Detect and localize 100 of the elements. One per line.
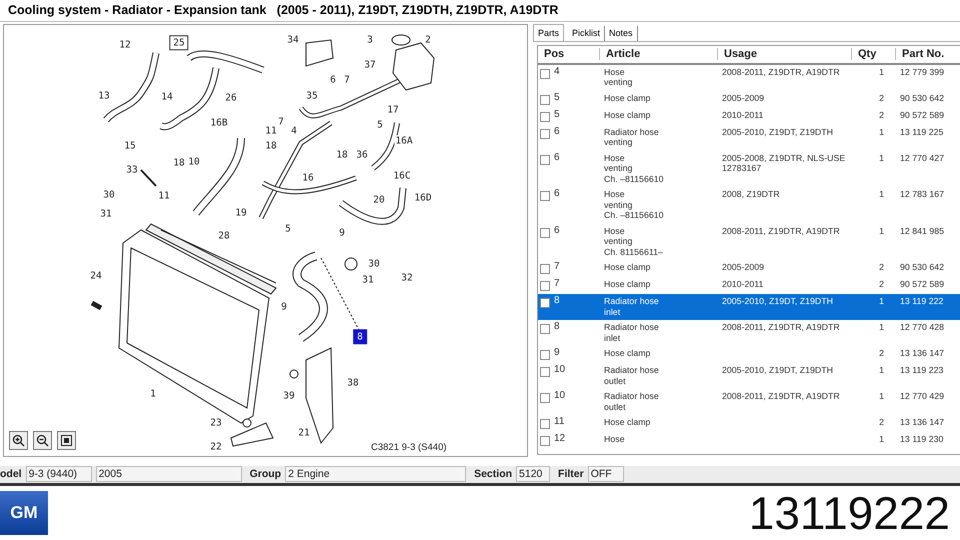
usage-cell-text: 2005-2009 (721, 262, 766, 274)
callout-label[interactable]: 30 (102, 188, 116, 200)
callout-label[interactable]: 1 (149, 388, 157, 400)
callout-label[interactable]: 10 (187, 156, 201, 168)
row-checkbox[interactable] (540, 112, 550, 122)
qty-cell-text: 2 (878, 279, 885, 292)
row-checkbox[interactable] (540, 350, 550, 360)
table-row[interactable]: 6 Hose venting Ch. –81156610 2005-2008, Z19DTR, NLS-USE 12783167 1 12 770 427 (538, 150, 960, 188)
table-row[interactable]: 5 Hose clamp 2005-2009 2 90 530 642 (538, 90, 960, 108)
table-row[interactable]: 6 Hose venting Ch. –81156610 2008, Z19DTR 1 12 783 167 (538, 187, 960, 224)
callout-label[interactable]: 35 (305, 90, 319, 102)
window-title: Cooling system - Radiator - Expansion tank (2005 - 2011), Z19DT, Z19DTH, Z19DTR, A19DTR (8, 3, 558, 18)
callout-label[interactable]: 16 (301, 172, 315, 184)
callout-label[interactable]: 4 (290, 124, 298, 136)
callout-label[interactable]: 28 (217, 230, 231, 242)
table-row[interactable]: 5 Hose clamp 2010-2011 2 90 572 589 (538, 108, 960, 125)
callout-label[interactable]: 39 (282, 390, 296, 402)
callout-label[interactable]: 34 (286, 34, 300, 46)
callout-label[interactable]: 8 (353, 328, 367, 344)
row-checkbox[interactable] (540, 154, 550, 165)
callout-label[interactable]: 6 (329, 74, 337, 86)
usage-cell-text: 2005-2010, Z19DT, Z19DTH (721, 126, 834, 139)
callout-label[interactable]: 26 (224, 92, 238, 104)
callout-label[interactable]: 19 (234, 206, 248, 218)
row-checkbox[interactable] (540, 191, 550, 202)
callout-label[interactable]: 23 (209, 416, 223, 428)
row-checkbox[interactable] (540, 393, 550, 404)
zoom-out-button[interactable] (33, 430, 52, 450)
row-checkbox[interactable] (540, 324, 550, 334)
qty-cell-text: 1 (878, 66, 885, 79)
callout-label[interactable]: 18 (335, 148, 349, 160)
callout-label[interactable]: 16C (392, 170, 412, 182)
callout-label[interactable]: 20 (372, 194, 386, 206)
callout-label[interactable]: 11 (157, 190, 171, 202)
row-checkbox[interactable] (540, 68, 550, 79)
row-checkbox[interactable] (540, 436, 550, 446)
row-checkbox[interactable] (540, 228, 550, 238)
callout-label[interactable]: 21 (297, 426, 311, 438)
table-row[interactable]: 6 Hose venting Ch. 81156611– 2008-2011, Z19DTR, A19DTR 1 12 841 985 (538, 224, 960, 260)
callout-label[interactable]: 12 (118, 38, 132, 50)
callout-label[interactable]: 13 (97, 90, 111, 102)
callout-label[interactable]: 16A (394, 134, 414, 146)
callout-label[interactable]: 36 (355, 148, 369, 160)
callout-label[interactable]: 9 (280, 300, 288, 312)
table-row[interactable]: 6 Radiator hose venting 2005-2010, Z19DT, Z19DTH 1 13 119 225 (538, 124, 960, 151)
table-row[interactable]: 7 Hose clamp 2010-2011 2 90 572 589 (538, 277, 960, 294)
callout-label[interactable]: 16B (209, 116, 229, 128)
column-header[interactable]: Part No. (896, 48, 960, 60)
table-row[interactable]: 10 Radiator hose outlet 2005-2010, Z19DT, Z19DTH 1 13 119 223 (538, 363, 960, 390)
callout-label[interactable]: 7 (343, 74, 351, 86)
table-row[interactable]: 7 Hose clamp 2005-2009 2 90 530 642 (538, 260, 960, 278)
column-header[interactable]: Usage (718, 48, 852, 60)
callout-label[interactable]: 16D (413, 192, 433, 204)
pos-cell-text: 8 (554, 322, 560, 334)
callout-label[interactable]: 5 (284, 222, 292, 234)
callout-label[interactable]: 18 (264, 140, 278, 152)
callout-label[interactable]: 5 (376, 118, 384, 130)
section-field: 5120 (516, 466, 550, 482)
row-checkbox[interactable] (540, 94, 550, 105)
row-checkbox[interactable] (540, 298, 550, 308)
callout-label[interactable]: 25 (169, 34, 189, 50)
fit-view-button[interactable] (57, 430, 76, 450)
callout-label[interactable]: 7 (277, 116, 285, 128)
row-checkbox[interactable] (540, 281, 550, 292)
callout-label[interactable]: 15 (123, 140, 137, 152)
table-row[interactable]: 8 Radiator hose inlet 2008-2011, Z19DTR, A19DTR 1 12 770 428 (538, 320, 960, 346)
row-checkbox[interactable] (540, 419, 550, 430)
row-checkbox[interactable] (540, 367, 550, 378)
callout-label[interactable]: 11 (264, 124, 278, 136)
callout-label[interactable]: 17 (386, 104, 400, 116)
callout-label[interactable]: 31 (99, 208, 113, 220)
table-row[interactable]: 12 Hose 1 13 119 230 (538, 432, 960, 450)
callout-label[interactable]: 32 (400, 272, 414, 284)
callout-label[interactable]: 14 (160, 90, 174, 102)
table-row[interactable]: 10 Radiator hose outlet 2008-2011, Z19DTR, A19DTR 1 12 770 429 (538, 389, 960, 416)
callout-label[interactable]: 31 (361, 274, 375, 286)
callout-label[interactable]: 24 (89, 270, 103, 282)
callout-label[interactable]: 37 (363, 58, 377, 70)
callout-label[interactable]: 33 (125, 164, 139, 176)
callout-label[interactable]: 2 (424, 34, 432, 46)
callout-label[interactable]: 30 (367, 258, 381, 270)
column-header[interactable]: Qty (852, 48, 896, 60)
callout-label[interactable]: 18 (172, 156, 186, 168)
usage-cell-text: 2008-2011, Z19DTR, A19DTR (721, 226, 841, 238)
column-header[interactable]: Article (600, 48, 718, 60)
usage-cell-text: 2008-2011, Z19DTR, A19DTR (721, 66, 841, 79)
table-row[interactable]: 8 Radiator hose inlet 2005-2010, Z19DT, Z19DTH 1 13 119 222 (538, 294, 960, 320)
callout-label[interactable]: 9 (338, 226, 346, 238)
row-checkbox[interactable] (540, 264, 550, 274)
zoom-in-button[interactable] (9, 430, 28, 450)
row-checkbox[interactable] (540, 128, 550, 139)
callout-label[interactable]: 3 (366, 34, 374, 46)
callout-label[interactable]: 22 (209, 440, 223, 452)
column-header[interactable]: Pos (538, 48, 600, 60)
table-row[interactable]: 11 Hose clamp 2 13 136 147 (538, 415, 960, 432)
table-row[interactable]: 9 Hose clamp 2 13 136 147 (538, 346, 960, 364)
table-row[interactable]: 4 Hose venting 2008-2011, Z19DTR, A19DTR 1 12 779 399 (538, 64, 960, 91)
pos-cell-text: 6 (554, 126, 560, 139)
tab[interactable]: Parts (533, 24, 564, 41)
callout-label[interactable]: 38 (346, 376, 360, 388)
